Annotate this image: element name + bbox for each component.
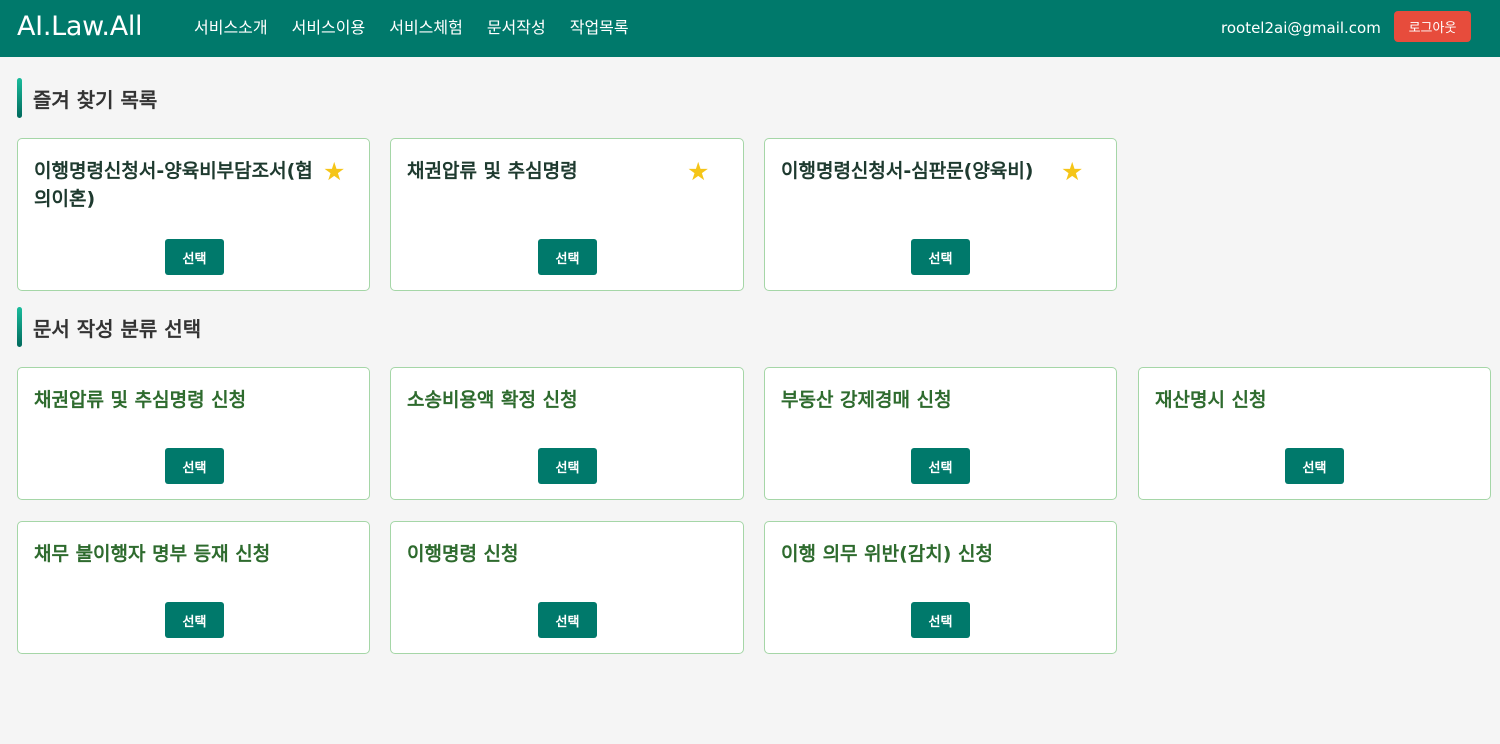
favorite-card: 채권압류 및 추심명령 ★ 선택 [390,138,744,291]
category-card: 이행명령 신청 선택 [390,521,744,654]
category-card-title: 이행명령 신청 [407,543,519,565]
select-button[interactable]: 선택 [538,239,597,275]
category-card-title: 소송비용액 확정 신청 [407,389,578,411]
brand-logo[interactable]: AI.Law.All [17,9,143,45]
select-button[interactable]: 선택 [165,448,224,484]
category-card-title: 채권압류 및 추심명령 신청 [34,389,247,411]
favorites-section-title: 즐겨 찾기 목록 [33,87,158,112]
category-card: 채권압류 및 추심명령 신청 선택 [17,367,370,500]
categories-section-header: 문서 작성 분류 선택 [17,307,201,347]
select-button[interactable]: 선택 [911,602,970,638]
categories-section-title: 문서 작성 분류 선택 [33,316,202,341]
category-card: 부동산 강제경매 신청 선택 [764,367,1117,500]
select-button[interactable]: 선택 [911,448,970,484]
category-card-title: 부동산 강제경매 신청 [781,389,952,411]
top-navbar: AI.Law.All 서비스소개 서비스이용 서비스체험 문서작성 작업목록 r… [0,0,1500,57]
main-nav: 서비스소개 서비스이용 서비스체험 문서작성 작업목록 [194,17,653,39]
nav-service-intro[interactable]: 서비스소개 [194,17,268,39]
section-accent-bar [17,78,22,118]
nav-service-use[interactable]: 서비스이용 [292,17,366,39]
star-icon[interactable]: ★ [1061,158,1083,186]
category-card-title: 재산명시 신청 [1155,389,1267,411]
select-button[interactable]: 선택 [165,602,224,638]
select-button[interactable]: 선택 [538,602,597,638]
logout-button[interactable]: 로그아웃 [1394,11,1471,42]
category-card-title: 채무 불이행자 명부 등재 신청 [34,543,271,565]
nav-service-trial[interactable]: 서비스체험 [389,17,463,39]
favorites-section-header: 즐겨 찾기 목록 [17,78,157,118]
favorite-card-title: 이행명령신청서-심판문(양육비) [781,160,1034,182]
select-button[interactable]: 선택 [538,448,597,484]
favorite-card-title: 채권압류 및 추심명령 [407,160,578,182]
user-email: rootel2ai@gmail.com [1221,19,1381,37]
category-card-title: 이행 의무 위반(감치) 신청 [781,543,994,565]
select-button[interactable]: 선택 [911,239,970,275]
favorite-card: 이행명령신청서-양육비부담조서(협의이혼) ★ 선택 [17,138,370,291]
section-accent-bar [17,307,22,347]
select-button[interactable]: 선택 [165,239,224,275]
category-card: 재산명시 신청 선택 [1138,367,1491,500]
category-card: 채무 불이행자 명부 등재 신청 선택 [17,521,370,654]
category-card: 이행 의무 위반(감치) 신청 선택 [764,521,1117,654]
star-icon[interactable]: ★ [687,158,709,186]
nav-document-write[interactable]: 문서작성 [487,17,546,39]
favorite-card: 이행명령신청서-심판문(양육비) ★ 선택 [764,138,1117,291]
star-icon[interactable]: ★ [323,158,345,186]
category-card: 소송비용액 확정 신청 선택 [390,367,744,500]
favorite-card-title: 이행명령신청서-양육비부담조서(협의이혼) [34,160,313,210]
nav-task-list[interactable]: 작업목록 [570,17,629,39]
select-button[interactable]: 선택 [1285,448,1344,484]
